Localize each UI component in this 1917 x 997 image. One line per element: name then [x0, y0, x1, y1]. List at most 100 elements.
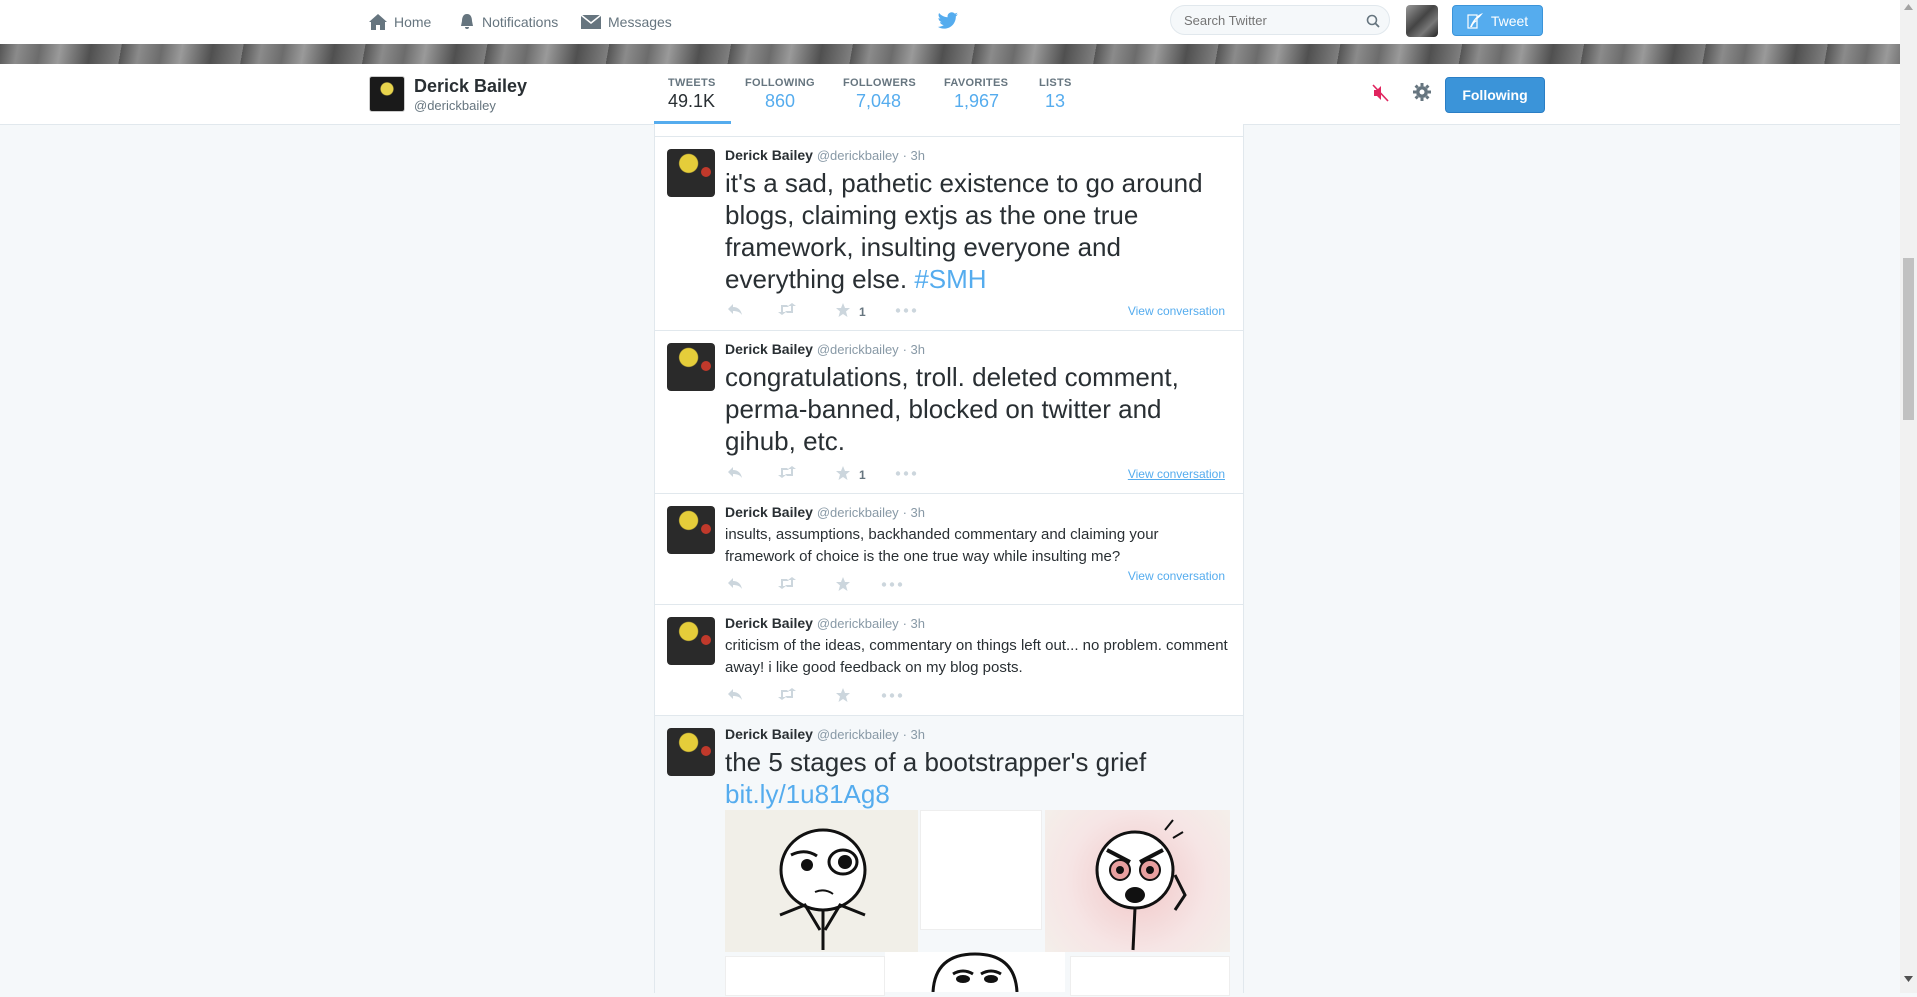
search-box[interactable] — [1170, 5, 1390, 35]
more-options-icon[interactable] — [881, 582, 903, 587]
tweet-avatar[interactable] — [667, 728, 715, 776]
tweet-author-handle[interactable]: @derickbailey — [817, 727, 899, 742]
scroll-up-arrow-icon[interactable] — [1904, 4, 1913, 10]
tweet-actions — [725, 687, 1235, 707]
tweet-avatar[interactable] — [667, 506, 715, 554]
gear-icon[interactable] — [1412, 82, 1432, 102]
tweet-avatar[interactable] — [667, 343, 715, 391]
meme-face-angry[interactable] — [1045, 810, 1230, 952]
tweet-author-name[interactable]: Derick Bailey — [725, 726, 813, 742]
tweet-author-name[interactable]: Derick Bailey — [725, 504, 813, 520]
meme-face-thinking[interactable] — [725, 810, 918, 952]
tweet-media-collage[interactable] — [725, 810, 1230, 996]
account-avatar[interactable] — [1406, 5, 1438, 37]
page-scrollbar[interactable] — [1900, 0, 1917, 993]
envelope-icon — [580, 14, 602, 29]
stat-value: 49.1K — [668, 91, 716, 111]
profile-avatar[interactable] — [369, 76, 405, 112]
tweet[interactable]: Derick Bailey @derickbailey · 3h insults… — [655, 494, 1243, 605]
more-options-icon[interactable] — [881, 693, 903, 698]
nav-home[interactable]: Home — [368, 11, 431, 33]
tweet[interactable]: Derick Bailey @derickbailey · 3h the 5 s… — [655, 716, 1243, 996]
view-conversation-link[interactable]: View conversation — [1128, 304, 1225, 318]
quill-icon — [1467, 12, 1483, 29]
nav-notifications[interactable]: Notifications — [458, 11, 558, 33]
hashtag-link[interactable]: #SMH — [914, 264, 986, 294]
tweet[interactable]: Derick Bailey @derickbailey · 3h it's a … — [655, 136, 1243, 331]
muted-speaker-icon[interactable] — [1372, 84, 1390, 102]
nav-messages[interactable]: Messages — [580, 11, 672, 33]
scroll-down-arrow-icon[interactable] — [1904, 976, 1913, 982]
tweet-actions: View conversation — [725, 569, 1235, 596]
tweet[interactable]: Derick Bailey @derickbailey · 3h congrat… — [655, 331, 1243, 494]
top-nav-bar: Home Notifications Messages Tweet — [0, 0, 1900, 45]
tweet-author-name[interactable]: Derick Bailey — [725, 615, 813, 631]
nav-notifications-label: Notifications — [482, 14, 559, 30]
tweet-header: Derick Bailey @derickbailey · 3h — [725, 615, 925, 631]
compose-tweet-label: Tweet — [1490, 12, 1529, 29]
favorite-star-icon[interactable] — [835, 465, 851, 481]
tweet-author-name[interactable]: Derick Bailey — [725, 341, 813, 357]
following-button[interactable]: Following — [1445, 77, 1545, 113]
favorite-star-icon[interactable] — [835, 687, 851, 703]
tweet-timestamp[interactable]: · 3h — [903, 727, 925, 742]
profile-handle[interactable]: @derickbailey — [414, 98, 496, 113]
tweet-url-link[interactable]: bit.ly/1u81Ag8 — [725, 778, 1230, 810]
stat-label: LISTS — [1039, 77, 1072, 89]
scrollbar-thumb[interactable] — [1903, 258, 1914, 420]
stat-value: 7,048 — [856, 91, 902, 111]
tweet-avatar[interactable] — [667, 149, 715, 197]
tweet-author-handle[interactable]: @derickbailey — [817, 148, 899, 163]
tweet-header: Derick Bailey @derickbailey · 3h — [725, 341, 925, 357]
tweet-avatar[interactable] — [667, 617, 715, 665]
tweet-header: Derick Bailey @derickbailey · 3h — [725, 147, 925, 163]
meme-blank-panel[interactable] — [920, 810, 1042, 930]
more-options-icon[interactable] — [895, 471, 917, 476]
tweet-text: criticism of the ideas, commentary on th… — [725, 637, 1228, 676]
meme-blank-panel[interactable] — [1070, 956, 1230, 996]
meme-face-skeptical[interactable] — [885, 952, 1065, 993]
tweet-author-handle[interactable]: @derickbailey — [817, 616, 899, 631]
stat-label: FAVORITES — [944, 77, 1009, 89]
tweet-timestamp[interactable]: · 3h — [903, 505, 925, 520]
view-conversation-link[interactable]: View conversation — [1128, 569, 1225, 583]
reply-icon[interactable] — [727, 576, 743, 590]
retweet-icon[interactable] — [777, 576, 797, 590]
stat-favorites[interactable]: FAVORITES 1,967 — [944, 77, 1008, 112]
tweet[interactable]: Derick Bailey @derickbailey · 3h critici… — [655, 605, 1243, 716]
tweet-text: it's a sad, pathetic existence to go aro… — [725, 167, 1230, 295]
tweet-author-name[interactable]: Derick Bailey — [725, 147, 813, 163]
retweet-icon[interactable] — [777, 465, 797, 479]
profile-name[interactable]: Derick Bailey — [414, 76, 527, 97]
compose-tweet-button[interactable]: Tweet — [1452, 5, 1543, 36]
stat-following[interactable]: FOLLOWING 860 — [745, 77, 815, 112]
stat-lists[interactable]: LISTS 13 — [1039, 77, 1072, 112]
twitter-bird-logo[interactable] — [937, 12, 959, 35]
tweet-header: Derick Bailey @derickbailey · 3h — [725, 726, 925, 742]
tweet-author-handle[interactable]: @derickbailey — [817, 342, 899, 357]
tweet-header: Derick Bailey @derickbailey · 3h — [725, 504, 925, 520]
stat-label: TWEETS — [668, 77, 716, 89]
favorite-count: 1 — [859, 468, 866, 482]
tweet-timestamp[interactable]: · 3h — [903, 342, 925, 357]
meme-blank-panel[interactable] — [725, 956, 885, 996]
stat-followers[interactable]: FOLLOWERS 7,048 — [843, 77, 916, 112]
search-icon[interactable] — [1366, 14, 1380, 28]
nav-messages-label: Messages — [608, 14, 672, 30]
stat-tweets[interactable]: TWEETS 49.1K — [668, 77, 716, 112]
search-input[interactable] — [1171, 6, 1364, 34]
favorite-star-icon[interactable] — [835, 576, 851, 592]
retweet-icon[interactable] — [777, 302, 797, 316]
nav-home-label: Home — [394, 14, 432, 30]
reply-icon[interactable] — [727, 687, 743, 701]
reply-icon[interactable] — [727, 302, 743, 316]
reply-icon[interactable] — [727, 465, 743, 479]
tweet-timestamp[interactable]: · 3h — [903, 148, 925, 163]
view-conversation-link[interactable]: View conversation — [1128, 467, 1225, 481]
tweet-text: insults, assumptions, backhanded comment… — [725, 526, 1159, 565]
retweet-icon[interactable] — [777, 687, 797, 701]
more-options-icon[interactable] — [895, 308, 917, 313]
tweet-timestamp[interactable]: · 3h — [903, 616, 925, 631]
favorite-star-icon[interactable] — [835, 302, 851, 318]
tweet-author-handle[interactable]: @derickbailey — [817, 505, 899, 520]
